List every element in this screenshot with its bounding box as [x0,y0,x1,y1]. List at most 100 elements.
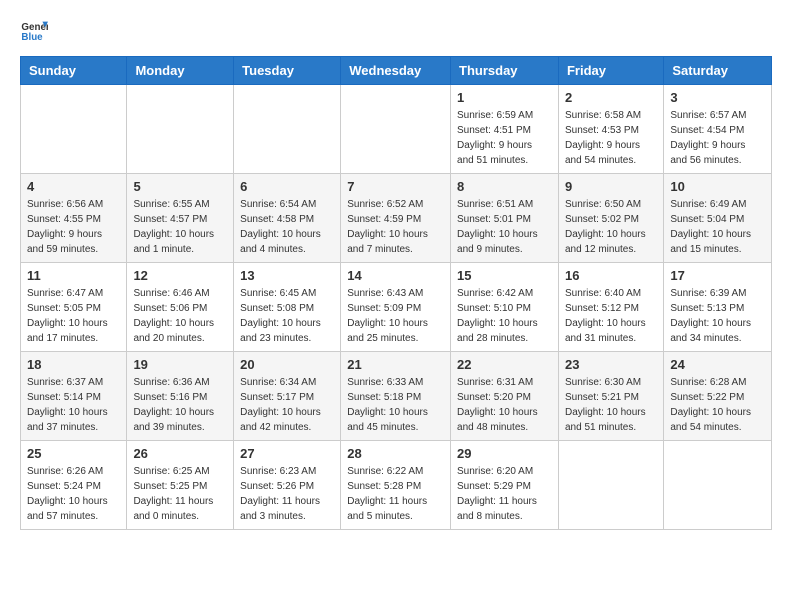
calendar-cell [234,85,341,174]
calendar-cell: 29Sunrise: 6:20 AMSunset: 5:29 PMDayligh… [451,441,559,530]
calendar-cell: 23 Sunrise: 6:30 AMSunset: 5:21 PMDayligh… [558,352,663,441]
calendar-cell: 20 Sunrise: 6:34 AMSunset: 5:17 PMDayligh… [234,352,341,441]
day-number: 24 [670,357,765,372]
calendar-table: SundayMondayTuesdayWednesdayThursdayFrid… [20,56,772,530]
day-number: 14 [347,268,444,283]
day-number: 2 [565,90,657,105]
day-number: 20 [240,357,334,372]
day-info: Sunrise: 6:22 AMSunset: 5:28 PMDaylight:… [347,464,444,524]
day-header-tuesday: Tuesday [234,57,341,85]
calendar-cell: 9 Sunrise: 6:50 AMSunset: 5:02 PMDaylight… [558,174,663,263]
day-number: 18 [27,357,120,372]
day-info: Sunrise: 6:58 AMSunset: 4:53 PMDaylight:… [565,108,657,168]
day-header-saturday: Saturday [664,57,772,85]
day-number: 27 [240,446,334,461]
day-info: Sunrise: 6:42 AMSunset: 5:10 PMDaylight:… [457,286,552,346]
calendar-week-5: 25 Sunrise: 6:26 AMSunset: 5:24 PMDayligh… [21,441,772,530]
day-info: Sunrise: 6:51 AMSunset: 5:01 PMDaylight:… [457,197,552,257]
calendar-cell: 6Sunrise: 6:54 AMSunset: 4:58 PMDaylight… [234,174,341,263]
day-info: Sunrise: 6:20 AMSunset: 5:29 PMDaylight:… [457,464,552,524]
calendar-cell: 25 Sunrise: 6:26 AMSunset: 5:24 PMDayligh… [21,441,127,530]
day-number: 25 [27,446,120,461]
calendar-cell: 2 Sunrise: 6:58 AMSunset: 4:53 PMDaylight… [558,85,663,174]
day-info: Sunrise: 6:23 AMSunset: 5:26 PMDaylight:… [240,464,334,524]
calendar-week-2: 4 Sunrise: 6:56 AMSunset: 4:55 PMDaylight… [21,174,772,263]
calendar-cell: 12 Sunrise: 6:46 AMSunset: 5:06 PMDayligh… [127,263,234,352]
day-number: 23 [565,357,657,372]
day-number: 16 [565,268,657,283]
day-number: 11 [27,268,120,283]
day-info: Sunrise: 6:37 AMSunset: 5:14 PMDaylight:… [27,375,120,435]
day-number: 3 [670,90,765,105]
day-number: 5 [133,179,227,194]
day-number: 4 [27,179,120,194]
day-info: Sunrise: 6:59 AMSunset: 4:51 PMDaylight:… [457,108,552,168]
day-number: 8 [457,179,552,194]
day-info: Sunrise: 6:33 AMSunset: 5:18 PMDaylight:… [347,375,444,435]
day-number: 15 [457,268,552,283]
calendar-cell [664,441,772,530]
day-number: 10 [670,179,765,194]
day-info: Sunrise: 6:57 AMSunset: 4:54 PMDaylight:… [670,108,765,168]
day-number: 9 [565,179,657,194]
day-info: Sunrise: 6:28 AMSunset: 5:22 PMDaylight:… [670,375,765,435]
calendar-cell: 10 Sunrise: 6:49 AMSunset: 5:04 PMDayligh… [664,174,772,263]
day-number: 17 [670,268,765,283]
calendar-cell: 27 Sunrise: 6:23 AMSunset: 5:26 PMDayligh… [234,441,341,530]
day-info: Sunrise: 6:54 AMSunset: 4:58 PMDaylight:… [240,197,334,257]
day-header-monday: Monday [127,57,234,85]
calendar-cell: 28 Sunrise: 6:22 AMSunset: 5:28 PMDayligh… [341,441,451,530]
calendar-cell: 18 Sunrise: 6:37 AMSunset: 5:14 PMDayligh… [21,352,127,441]
day-info: Sunrise: 6:26 AMSunset: 5:24 PMDaylight:… [27,464,120,524]
day-info: Sunrise: 6:31 AMSunset: 5:20 PMDaylight:… [457,375,552,435]
logo-icon: General Blue [20,16,48,44]
calendar-cell: 8 Sunrise: 6:51 AMSunset: 5:01 PMDaylight… [451,174,559,263]
header: General Blue [20,16,772,44]
day-info: Sunrise: 6:50 AMSunset: 5:02 PMDaylight:… [565,197,657,257]
day-info: Sunrise: 6:36 AMSunset: 5:16 PMDaylight:… [133,375,227,435]
day-info: Sunrise: 6:49 AMSunset: 5:04 PMDaylight:… [670,197,765,257]
calendar-cell: 17 Sunrise: 6:39 AMSunset: 5:13 PMDayligh… [664,263,772,352]
day-info: Sunrise: 6:46 AMSunset: 5:06 PMDaylight:… [133,286,227,346]
calendar-cell: 21 Sunrise: 6:33 AMSunset: 5:18 PMDayligh… [341,352,451,441]
calendar-cell: 22 Sunrise: 6:31 AMSunset: 5:20 PMDayligh… [451,352,559,441]
calendar-cell: 19 Sunrise: 6:36 AMSunset: 5:16 PMDayligh… [127,352,234,441]
day-number: 12 [133,268,227,283]
calendar-cell: 5 Sunrise: 6:55 AMSunset: 4:57 PMDaylight… [127,174,234,263]
day-info: Sunrise: 6:45 AMSunset: 5:08 PMDaylight:… [240,286,334,346]
day-info: Sunrise: 6:39 AMSunset: 5:13 PMDaylight:… [670,286,765,346]
day-info: Sunrise: 6:40 AMSunset: 5:12 PMDaylight:… [565,286,657,346]
day-info: Sunrise: 6:52 AMSunset: 4:59 PMDaylight:… [347,197,444,257]
calendar-header-row: SundayMondayTuesdayWednesdayThursdayFrid… [21,57,772,85]
day-number: 26 [133,446,227,461]
day-number: 7 [347,179,444,194]
calendar-week-4: 18 Sunrise: 6:37 AMSunset: 5:14 PMDayligh… [21,352,772,441]
day-number: 28 [347,446,444,461]
calendar-cell [341,85,451,174]
calendar-cell [558,441,663,530]
day-info: Sunrise: 6:55 AMSunset: 4:57 PMDaylight:… [133,197,227,257]
day-info: Sunrise: 6:34 AMSunset: 5:17 PMDaylight:… [240,375,334,435]
day-header-friday: Friday [558,57,663,85]
logo: General Blue [20,16,52,44]
day-info: Sunrise: 6:30 AMSunset: 5:21 PMDaylight:… [565,375,657,435]
day-number: 1 [457,90,552,105]
day-header-wednesday: Wednesday [341,57,451,85]
calendar-cell: 13Sunrise: 6:45 AMSunset: 5:08 PMDayligh… [234,263,341,352]
calendar-cell: 3 Sunrise: 6:57 AMSunset: 4:54 PMDaylight… [664,85,772,174]
day-number: 21 [347,357,444,372]
calendar-cell: 15 Sunrise: 6:42 AMSunset: 5:10 PMDayligh… [451,263,559,352]
calendar-cell: 24 Sunrise: 6:28 AMSunset: 5:22 PMDayligh… [664,352,772,441]
day-info: Sunrise: 6:43 AMSunset: 5:09 PMDaylight:… [347,286,444,346]
day-number: 22 [457,357,552,372]
calendar-cell: 4 Sunrise: 6:56 AMSunset: 4:55 PMDaylight… [21,174,127,263]
calendar-cell: 11 Sunrise: 6:47 AMSunset: 5:05 PMDayligh… [21,263,127,352]
day-info: Sunrise: 6:47 AMSunset: 5:05 PMDaylight:… [27,286,120,346]
day-header-thursday: Thursday [451,57,559,85]
calendar-cell: 16 Sunrise: 6:40 AMSunset: 5:12 PMDayligh… [558,263,663,352]
day-number: 19 [133,357,227,372]
calendar-cell [21,85,127,174]
day-info: Sunrise: 6:56 AMSunset: 4:55 PMDaylight:… [27,197,120,257]
calendar-cell: 7 Sunrise: 6:52 AMSunset: 4:59 PMDaylight… [341,174,451,263]
calendar-cell: 26Sunrise: 6:25 AMSunset: 5:25 PMDayligh… [127,441,234,530]
